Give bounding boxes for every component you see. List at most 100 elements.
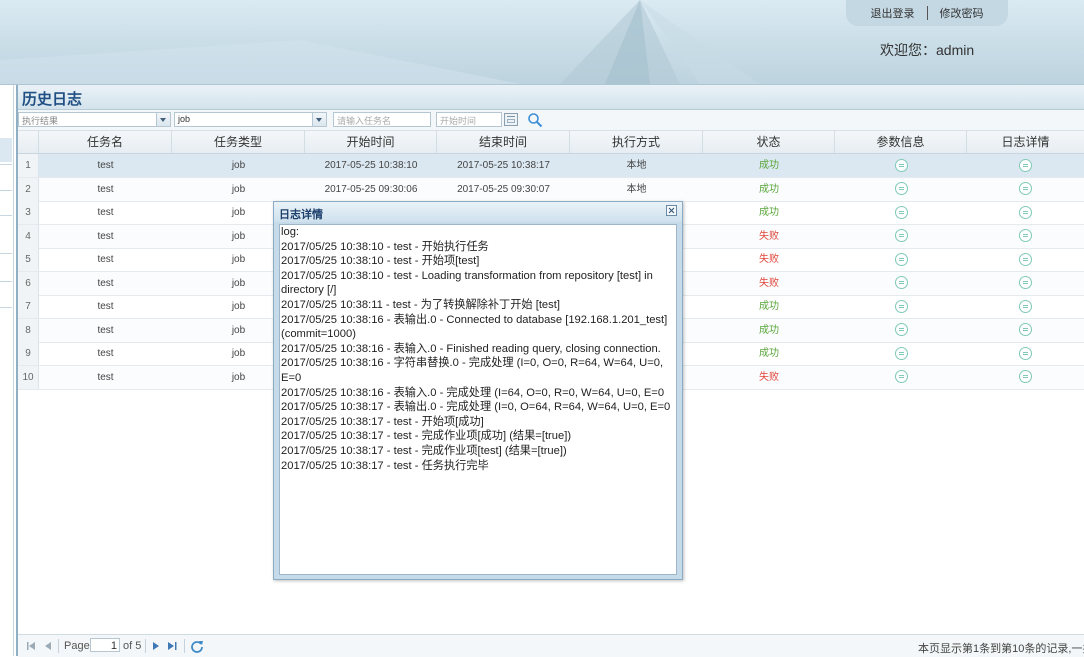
cell-task-name: test	[97, 324, 114, 336]
log-detail-icon[interactable]	[1019, 158, 1032, 172]
search-icon[interactable]	[527, 112, 543, 128]
param-info-icon[interactable]	[894, 370, 908, 384]
table-row[interactable]: 1 test job 2017-05-25 10:38:10 2017-05-25 10…	[18, 154, 1084, 178]
next-page-icon[interactable]	[151, 641, 161, 651]
column-header-start-time[interactable]: 开始时间	[305, 131, 437, 153]
column-header-log-detail[interactable]: 日志详情	[967, 131, 1084, 153]
row-number: 6	[18, 271, 39, 295]
cell-status: 成功	[759, 160, 779, 171]
log-detail-cell	[967, 154, 1084, 177]
page-label: Page	[64, 640, 90, 652]
start-time-placeholder: 开始时间	[440, 116, 477, 126]
param-info-icon[interactable]	[894, 158, 908, 172]
cell-start-time: 2017-05-25 09:30:06	[324, 183, 418, 195]
log-line: 2017/05/25 10:38:17 - test - 完成作业项[test]…	[281, 444, 567, 457]
log-line: 2017/05/25 10:38:16 - 表输出.0 - Connected …	[281, 313, 668, 341]
param-info-icon[interactable]	[894, 323, 908, 337]
log-detail-icon[interactable]	[1019, 276, 1032, 290]
row-number: 5	[18, 248, 39, 271]
cell-status: 失败	[759, 230, 779, 242]
param-info-icon[interactable]	[894, 205, 908, 219]
row-number: 9	[18, 342, 39, 365]
cell-status: 成功	[759, 301, 779, 312]
row-number: 10	[18, 365, 39, 389]
logout-link[interactable]: 退出登录	[871, 5, 915, 21]
cell-task-name: test	[97, 183, 114, 195]
task-name-input[interactable]: 请输入任务名	[333, 112, 431, 127]
filter-toolbar: 执行结果 job 请输入任务名 开始时间	[18, 110, 1084, 131]
log-detail-icon[interactable]	[1019, 229, 1032, 243]
log-content[interactable]: log: 2017/05/25 10:38:10 - test - 开始执行任务 2…	[279, 224, 677, 575]
log-detail-cell	[967, 201, 1084, 224]
left-nav-strip	[0, 85, 14, 656]
cell-task-type: job	[231, 183, 246, 195]
column-header-status[interactable]: 状态	[703, 131, 835, 153]
log-line: log:	[281, 226, 300, 238]
param-info-icon[interactable]	[894, 346, 908, 360]
top-links-divider	[926, 6, 928, 20]
cell-task-name: test	[97, 301, 114, 312]
log-detail-cell	[967, 342, 1084, 365]
first-page-icon[interactable]	[26, 641, 36, 651]
start-time-input[interactable]: 开始时间	[436, 112, 502, 127]
log-detail-icon[interactable]	[1019, 182, 1032, 196]
cell-status: 成功	[759, 183, 779, 195]
chevron-down-icon[interactable]	[312, 113, 326, 126]
page-number-input[interactable]: 1	[90, 638, 120, 652]
log-detail-icon[interactable]	[1019, 323, 1032, 337]
param-info-icon[interactable]	[894, 252, 908, 266]
result-filter-select[interactable]: 执行结果	[18, 112, 171, 127]
log-detail-icon[interactable]	[1019, 346, 1032, 360]
log-detail-icon[interactable]	[1019, 205, 1032, 219]
cell-end-time: 2017-05-25 09:30:07	[457, 183, 550, 195]
column-header-params[interactable]: 参数信息	[835, 131, 967, 153]
refresh-icon[interactable]	[190, 639, 204, 653]
param-info-icon[interactable]	[894, 229, 908, 243]
param-info-cell	[835, 225, 967, 248]
row-number: 2	[18, 177, 39, 201]
table-row[interactable]: 2 test job 2017-05-25 09:30:06 2017-05-25 09…	[18, 177, 1084, 202]
last-page-icon[interactable]	[167, 641, 179, 651]
dialog-titlebar[interactable]: 日志详情	[274, 202, 682, 222]
log-detail-cell	[967, 319, 1084, 342]
row-number: 7	[18, 295, 39, 318]
column-header-task-name[interactable]: 任务名	[39, 131, 172, 153]
left-nav-active-item[interactable]	[0, 138, 12, 162]
cell-status: 成功	[759, 348, 779, 359]
grid-header: 任务名 任务类型 开始时间 结束时间 执行方式 状态 参数信息 日志详情	[18, 131, 1084, 154]
cell-status: 失败	[759, 254, 779, 265]
cell-end-time: 2017-05-25 10:38:17	[457, 160, 550, 171]
cell-status: 失败	[759, 371, 779, 383]
log-line: 2017/05/25 10:38:16 - 表输入.0 - 完成处理 (I=64…	[281, 386, 665, 399]
cell-status: 成功	[759, 324, 779, 336]
top-links: 退出登录 修改密码	[846, 0, 1008, 26]
param-info-icon[interactable]	[894, 299, 908, 313]
param-info-cell	[835, 295, 967, 318]
column-header-task-type[interactable]: 任务类型	[172, 131, 305, 153]
param-info-icon[interactable]	[894, 276, 908, 290]
task-type-select[interactable]: job	[174, 112, 327, 127]
log-detail-icon[interactable]	[1019, 252, 1032, 266]
change-password-link[interactable]: 修改密码	[940, 5, 984, 21]
welcome-text: 欢迎您：admin	[880, 42, 975, 58]
column-header-end-time[interactable]: 结束时间	[437, 131, 570, 153]
log-detail-cell	[967, 295, 1084, 318]
log-line: 2017/05/25 10:38:10 - test - 开始项[test]	[281, 255, 480, 268]
param-info-icon[interactable]	[894, 182, 908, 196]
cell-task-name: test	[97, 371, 114, 383]
task-name-placeholder: 请输入任务名	[337, 116, 392, 126]
log-line: 2017/05/25 10:38:17 - test - 开始项[成功]	[281, 415, 484, 428]
column-header-exec-mode[interactable]: 执行方式	[570, 131, 703, 153]
log-detail-icon[interactable]	[1019, 299, 1032, 313]
cell-task-name: test	[97, 160, 114, 171]
chevron-down-icon[interactable]	[156, 113, 170, 126]
page-info-text: 本页显示第1条到第10条的记录,一共4	[918, 643, 1084, 655]
log-detail-cell	[967, 366, 1084, 389]
prev-page-icon[interactable]	[44, 641, 54, 651]
row-number: 4	[18, 224, 39, 248]
log-detail-icon[interactable]	[1019, 370, 1032, 384]
left-nav-divider	[0, 190, 12, 191]
calendar-icon[interactable]	[504, 113, 518, 126]
close-icon[interactable]	[666, 205, 677, 216]
cell-task-type: job	[231, 160, 246, 171]
